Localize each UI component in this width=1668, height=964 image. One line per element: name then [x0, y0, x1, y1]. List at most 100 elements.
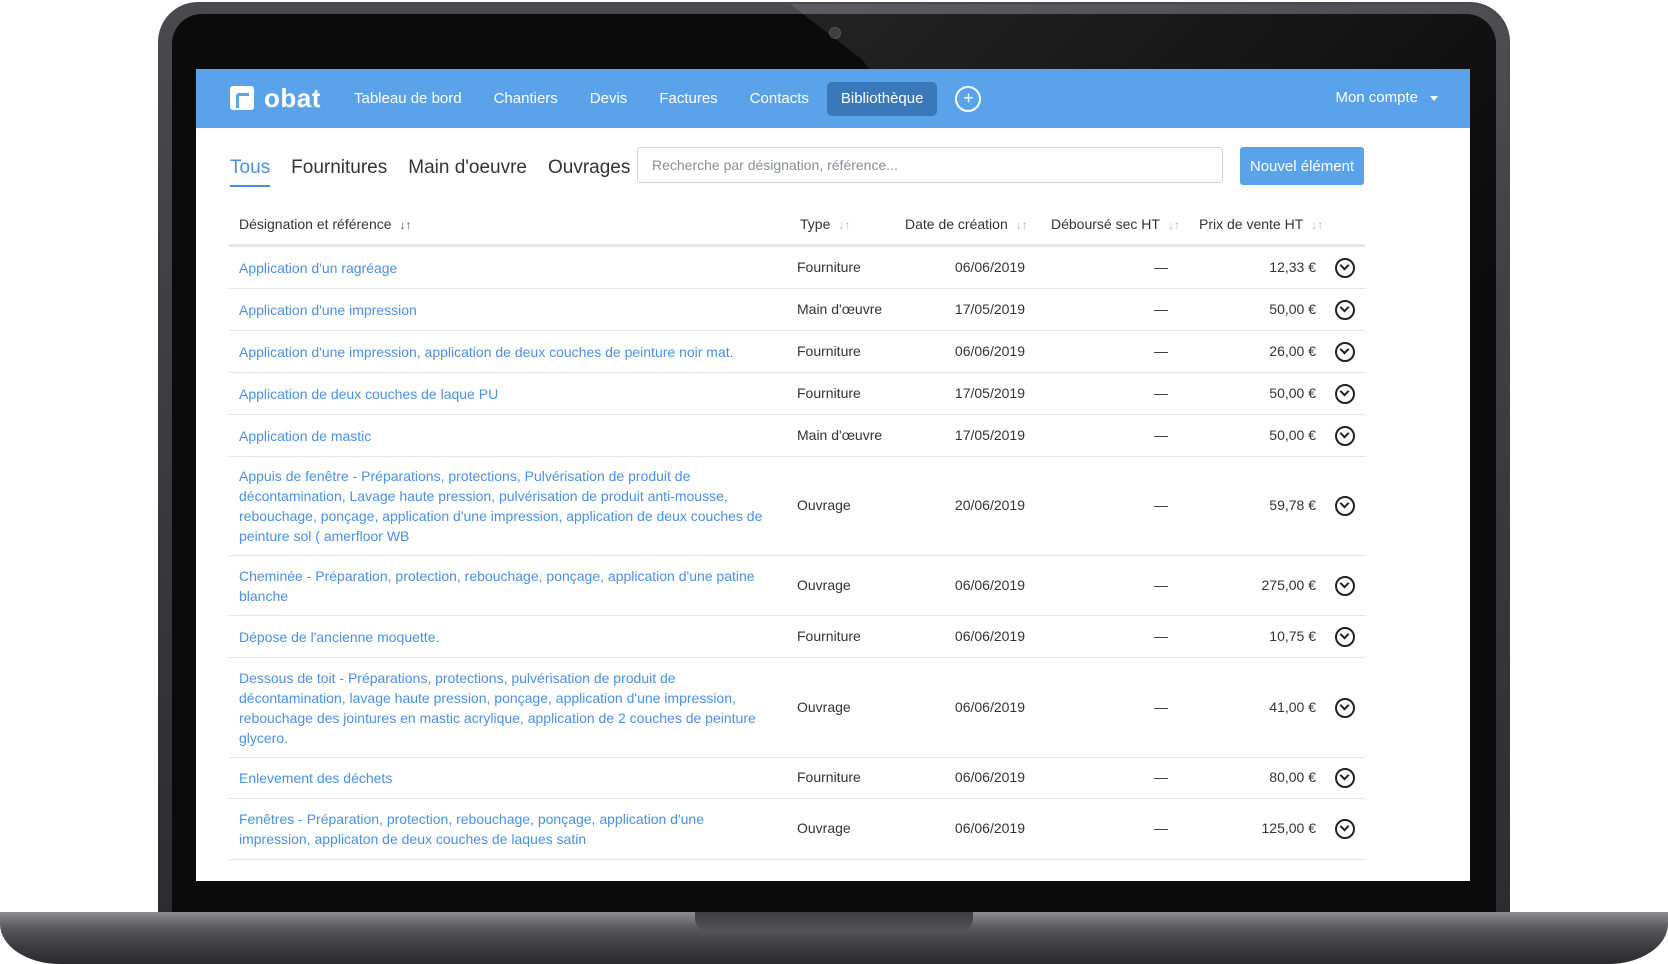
row-price: 10,75 € [1269, 628, 1316, 644]
table-row[interactable]: Cheminée - Préparation, protection, rebo… [229, 556, 1365, 616]
header-name[interactable]: Désignation et référence ↓↑ [239, 216, 412, 232]
library-tabs: Tous Fournitures Main d'oeuvre Ouvrages [230, 157, 651, 187]
table-row[interactable]: Application d'une impression, applicatio… [229, 331, 1365, 373]
table-header: Désignation et référence ↓↑ Type ↓↑ Date d… [229, 210, 1365, 247]
library-tab[interactable]: Main d'oeuvre [408, 157, 527, 187]
account-menu[interactable]: Mon compte [1335, 89, 1438, 106]
sort-icon: ↓↑ [838, 218, 851, 232]
row-date: 17/05/2019 [954, 385, 1025, 401]
row-date: 17/05/2019 [954, 427, 1025, 443]
chevron-down-circle-icon[interactable] [1335, 258, 1355, 278]
camera-icon [829, 27, 841, 39]
header-date[interactable]: Date de création ↓↑ [905, 216, 1028, 232]
header-type-label: Type [800, 216, 831, 232]
header-price[interactable]: Prix de vente HT ↓↑ [1199, 216, 1323, 232]
row-name-link[interactable]: Application d'une impression, applicatio… [239, 342, 779, 362]
nav-item[interactable]: Chantiers [480, 82, 572, 116]
header-deb-label: Déboursé sec HT [1051, 216, 1160, 232]
chevron-down-circle-icon[interactable] [1335, 768, 1355, 788]
row-type: Ouvrage [797, 820, 851, 836]
row-date: 06/06/2019 [954, 699, 1025, 715]
chevron-down-circle-icon[interactable] [1335, 698, 1355, 718]
row-cost: — [1154, 497, 1168, 513]
row-name-link[interactable]: Appuis de fenêtre - Préparations, protec… [239, 466, 779, 546]
chevron-down-circle-icon[interactable] [1335, 576, 1355, 596]
header-name-label: Désignation et référence [239, 216, 392, 232]
chevron-down-circle-icon[interactable] [1335, 342, 1355, 362]
chevron-down-circle-icon[interactable] [1335, 300, 1355, 320]
row-price: 59,78 € [1269, 497, 1316, 513]
chevron-down-circle-icon[interactable] [1335, 426, 1355, 446]
row-name-link[interactable]: Application d'une impression [239, 300, 779, 320]
sort-icon: ↓↑ [1167, 218, 1180, 232]
logo-icon [230, 86, 254, 110]
logo[interactable]: obat [230, 82, 321, 113]
row-cost: — [1154, 427, 1168, 443]
row-name-link[interactable]: Application de mastic [239, 426, 779, 446]
row-name-link[interactable]: Cheminée - Préparation, protection, rebo… [239, 566, 779, 606]
add-circle-icon[interactable]: + [955, 86, 982, 112]
table-row[interactable]: Application de mastic Main d'œuvre 17/05/2… [229, 415, 1365, 457]
row-type: Main d'œuvre [797, 301, 883, 317]
row-name-link[interactable]: Fenêtres - Préparation, protection, rebo… [239, 809, 779, 849]
table-row[interactable]: Application de deux couches de laque PU F… [229, 373, 1365, 415]
table-row[interactable]: Fenêtres - Préparation, protection, rebo… [229, 799, 1365, 860]
row-date: 06/06/2019 [954, 343, 1025, 359]
account-label: Mon compte [1335, 89, 1418, 106]
row-date: 20/06/2019 [954, 497, 1025, 513]
row-type: Main d'œuvre [797, 427, 883, 443]
library-tab[interactable]: Tous [230, 157, 271, 187]
library-tab[interactable]: Fournitures [291, 157, 387, 187]
table-row[interactable]: Enlevement des déchets Fourniture 06/06/20… [229, 758, 1365, 799]
nav-item[interactable]: Factures [645, 82, 731, 116]
row-price: 80,00 € [1269, 769, 1316, 785]
sort-icon: ↓↑ [1015, 218, 1028, 232]
row-price: 50,00 € [1269, 385, 1316, 401]
caret-down-icon [1430, 95, 1438, 101]
row-name-link[interactable]: Application d'un ragréage [239, 258, 779, 278]
row-date: 17/05/2019 [954, 301, 1025, 317]
header-date-label: Date de création [905, 216, 1008, 232]
row-type: Fourniture [797, 385, 861, 401]
row-type: Ouvrage [797, 699, 851, 715]
row-cost: — [1154, 577, 1168, 593]
row-name-link[interactable]: Application de deux couches de laque PU [239, 384, 779, 404]
row-date: 06/06/2019 [954, 577, 1025, 593]
row-type: Ouvrage [797, 577, 851, 593]
row-type: Fourniture [797, 259, 861, 275]
header-deb[interactable]: Déboursé sec HT ↓↑ [1051, 216, 1180, 232]
search-input[interactable] [637, 147, 1223, 183]
table-row[interactable]: Dépose de l'ancienne moquette. Fourniture… [229, 616, 1365, 658]
top-navbar: obat Tableau de bord Chantiers Devis Factur… [196, 69, 1470, 128]
row-cost: — [1154, 769, 1168, 785]
chevron-down-circle-icon[interactable] [1335, 627, 1355, 647]
row-cost: — [1154, 699, 1168, 715]
chevron-down-circle-icon[interactable] [1335, 496, 1355, 516]
chevron-down-circle-icon[interactable] [1335, 384, 1355, 404]
header-type[interactable]: Type ↓↑ [800, 216, 850, 232]
row-type: Ouvrage [797, 497, 851, 513]
library-tab[interactable]: Ouvrages [548, 157, 630, 187]
header-price-label: Prix de vente HT [1199, 216, 1304, 232]
row-name-link[interactable]: Dépose de l'ancienne moquette. [239, 627, 779, 647]
row-cost: — [1154, 343, 1168, 359]
table-row[interactable]: Application d'une impression Main d'œuvre… [229, 289, 1365, 331]
row-date: 06/06/2019 [954, 259, 1025, 275]
row-date: 06/06/2019 [954, 820, 1025, 836]
nav-item[interactable]: Tableau de bord [340, 82, 476, 116]
row-name-link[interactable]: Dessous de toit - Préparations, protecti… [239, 668, 779, 748]
row-cost: — [1154, 628, 1168, 644]
new-element-button[interactable]: Nouvel élément [1240, 147, 1364, 185]
nav-item[interactable]: Bibliothèque [826, 82, 938, 116]
table-row[interactable]: Dessous de toit - Préparations, protecti… [229, 658, 1365, 758]
main-nav: Tableau de bord Chantiers Devis Factures Con… [340, 82, 982, 116]
nav-item[interactable]: Devis [576, 82, 642, 116]
table-row[interactable]: Application d'un ragréage Fourniture 06/06… [229, 247, 1365, 289]
nav-item[interactable]: Contacts [736, 82, 823, 116]
row-name-link[interactable]: Enlevement des déchets [239, 768, 779, 788]
table-row[interactable]: Appuis de fenêtre - Préparations, protec… [229, 457, 1365, 556]
logo-text: obat [264, 82, 321, 113]
row-type: Fourniture [797, 769, 861, 785]
chevron-down-circle-icon[interactable] [1335, 819, 1355, 839]
row-date: 06/06/2019 [954, 628, 1025, 644]
